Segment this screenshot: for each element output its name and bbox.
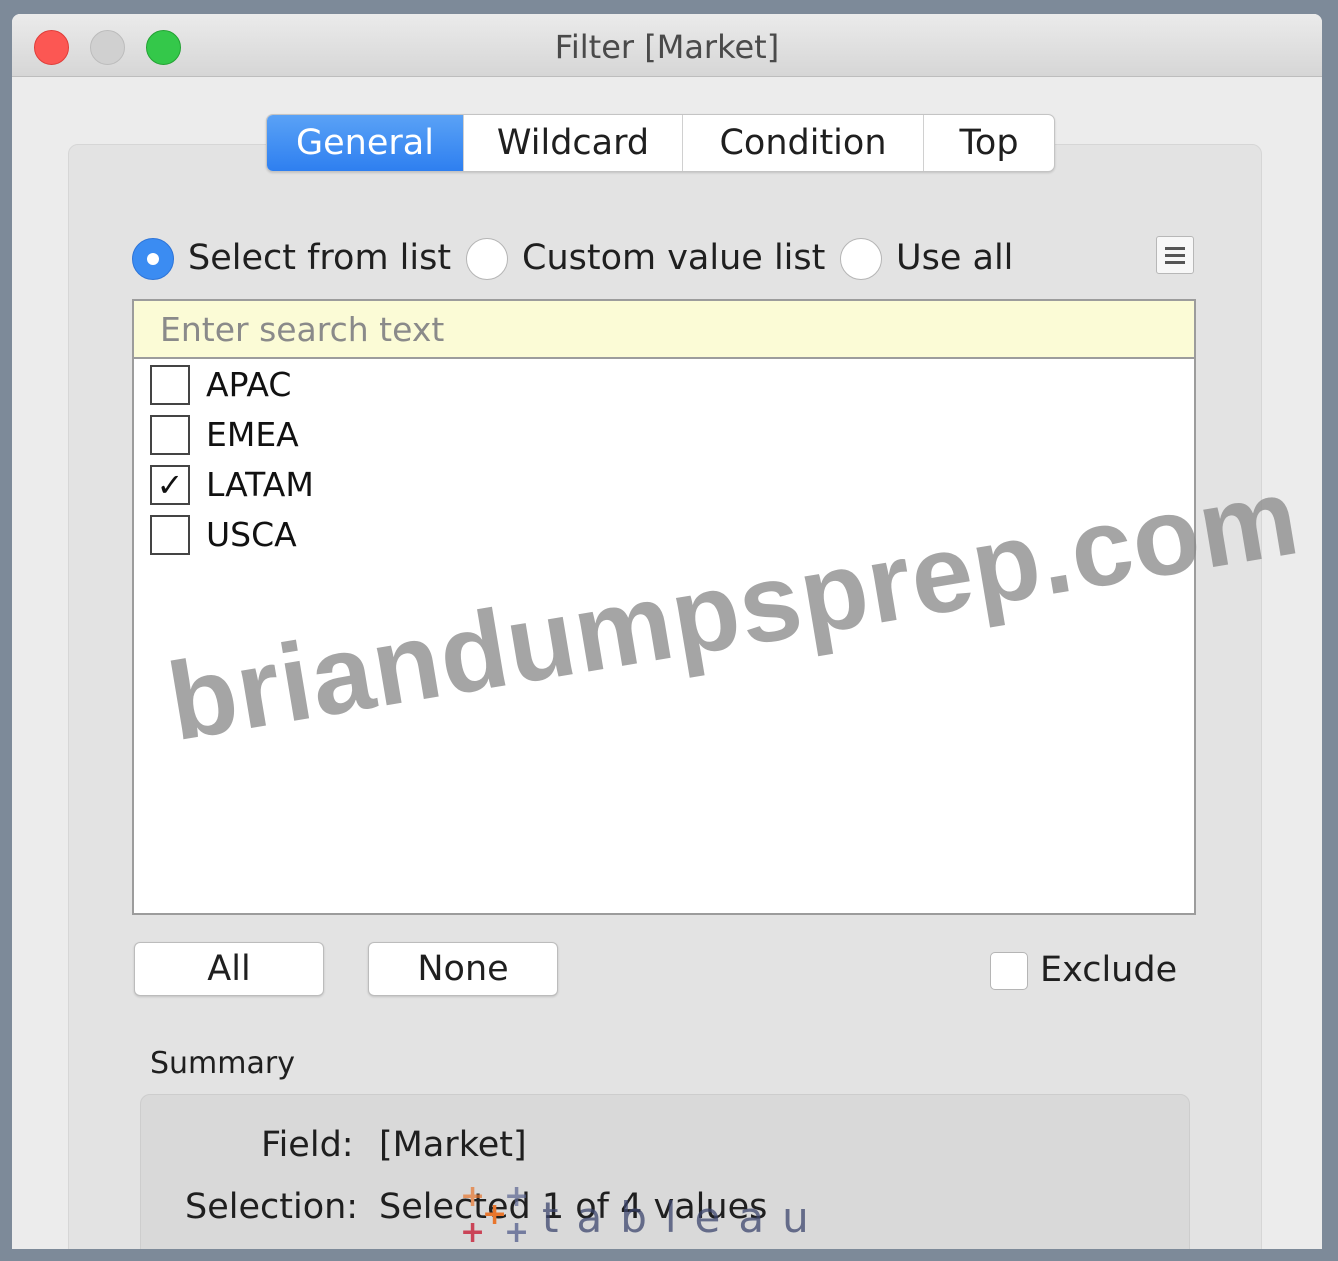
window-title: Filter [Market] — [554, 28, 780, 66]
checkbox[interactable] — [150, 365, 190, 405]
checkbox[interactable] — [150, 415, 190, 455]
summary-selection-value: Selected 1 of 4 values — [379, 1187, 768, 1227]
use-all-radio[interactable] — [840, 238, 882, 280]
checkmark-icon: ✓ — [156, 466, 184, 504]
value-list: APAC EMEA ✓ LATAM USCA — [132, 299, 1196, 915]
tab-wildcard[interactable]: Wildcard — [464, 115, 683, 171]
list-item-label: EMEA — [206, 415, 299, 454]
summary-box: Field: [Market] Selection: Selected 1 of… — [140, 1094, 1190, 1249]
use-all-label[interactable]: Use all — [896, 238, 1013, 278]
summary-field-key: Field: — [261, 1125, 354, 1165]
select-all-button[interactable]: All — [134, 942, 324, 996]
summary-field-value: [Market] — [379, 1125, 527, 1165]
checkbox-checked[interactable]: ✓ — [150, 465, 190, 505]
search-input[interactable] — [134, 301, 1194, 359]
summary-heading: Summary — [150, 1046, 295, 1081]
list-item-label: LATAM — [206, 465, 314, 504]
list-item-label: APAC — [206, 365, 292, 404]
filter-dialog: Filter [Market] General Wildcard Conditi… — [12, 14, 1322, 1249]
tab-top[interactable]: Top — [924, 115, 1054, 171]
custom-value-list-label[interactable]: Custom value list — [522, 238, 825, 278]
title-bar[interactable]: Filter [Market] — [12, 14, 1322, 77]
tab-general[interactable]: General — [267, 115, 464, 171]
summary-selection-key: Selection: — [185, 1187, 359, 1227]
select-from-list-label[interactable]: Select from list — [188, 238, 451, 278]
select-from-list-radio[interactable] — [132, 238, 174, 280]
exclude-label[interactable]: Exclude — [1040, 950, 1177, 990]
select-none-button[interactable]: None — [368, 942, 558, 996]
tab-condition[interactable]: Condition — [683, 115, 924, 171]
checkbox[interactable] — [150, 515, 190, 555]
list-item-label: USCA — [206, 515, 297, 554]
hamburger-menu-icon[interactable] — [1156, 236, 1194, 274]
exclude-checkbox[interactable] — [990, 952, 1028, 990]
filter-tabs: General Wildcard Condition Top — [266, 114, 1055, 172]
custom-value-list-radio[interactable] — [466, 238, 508, 280]
